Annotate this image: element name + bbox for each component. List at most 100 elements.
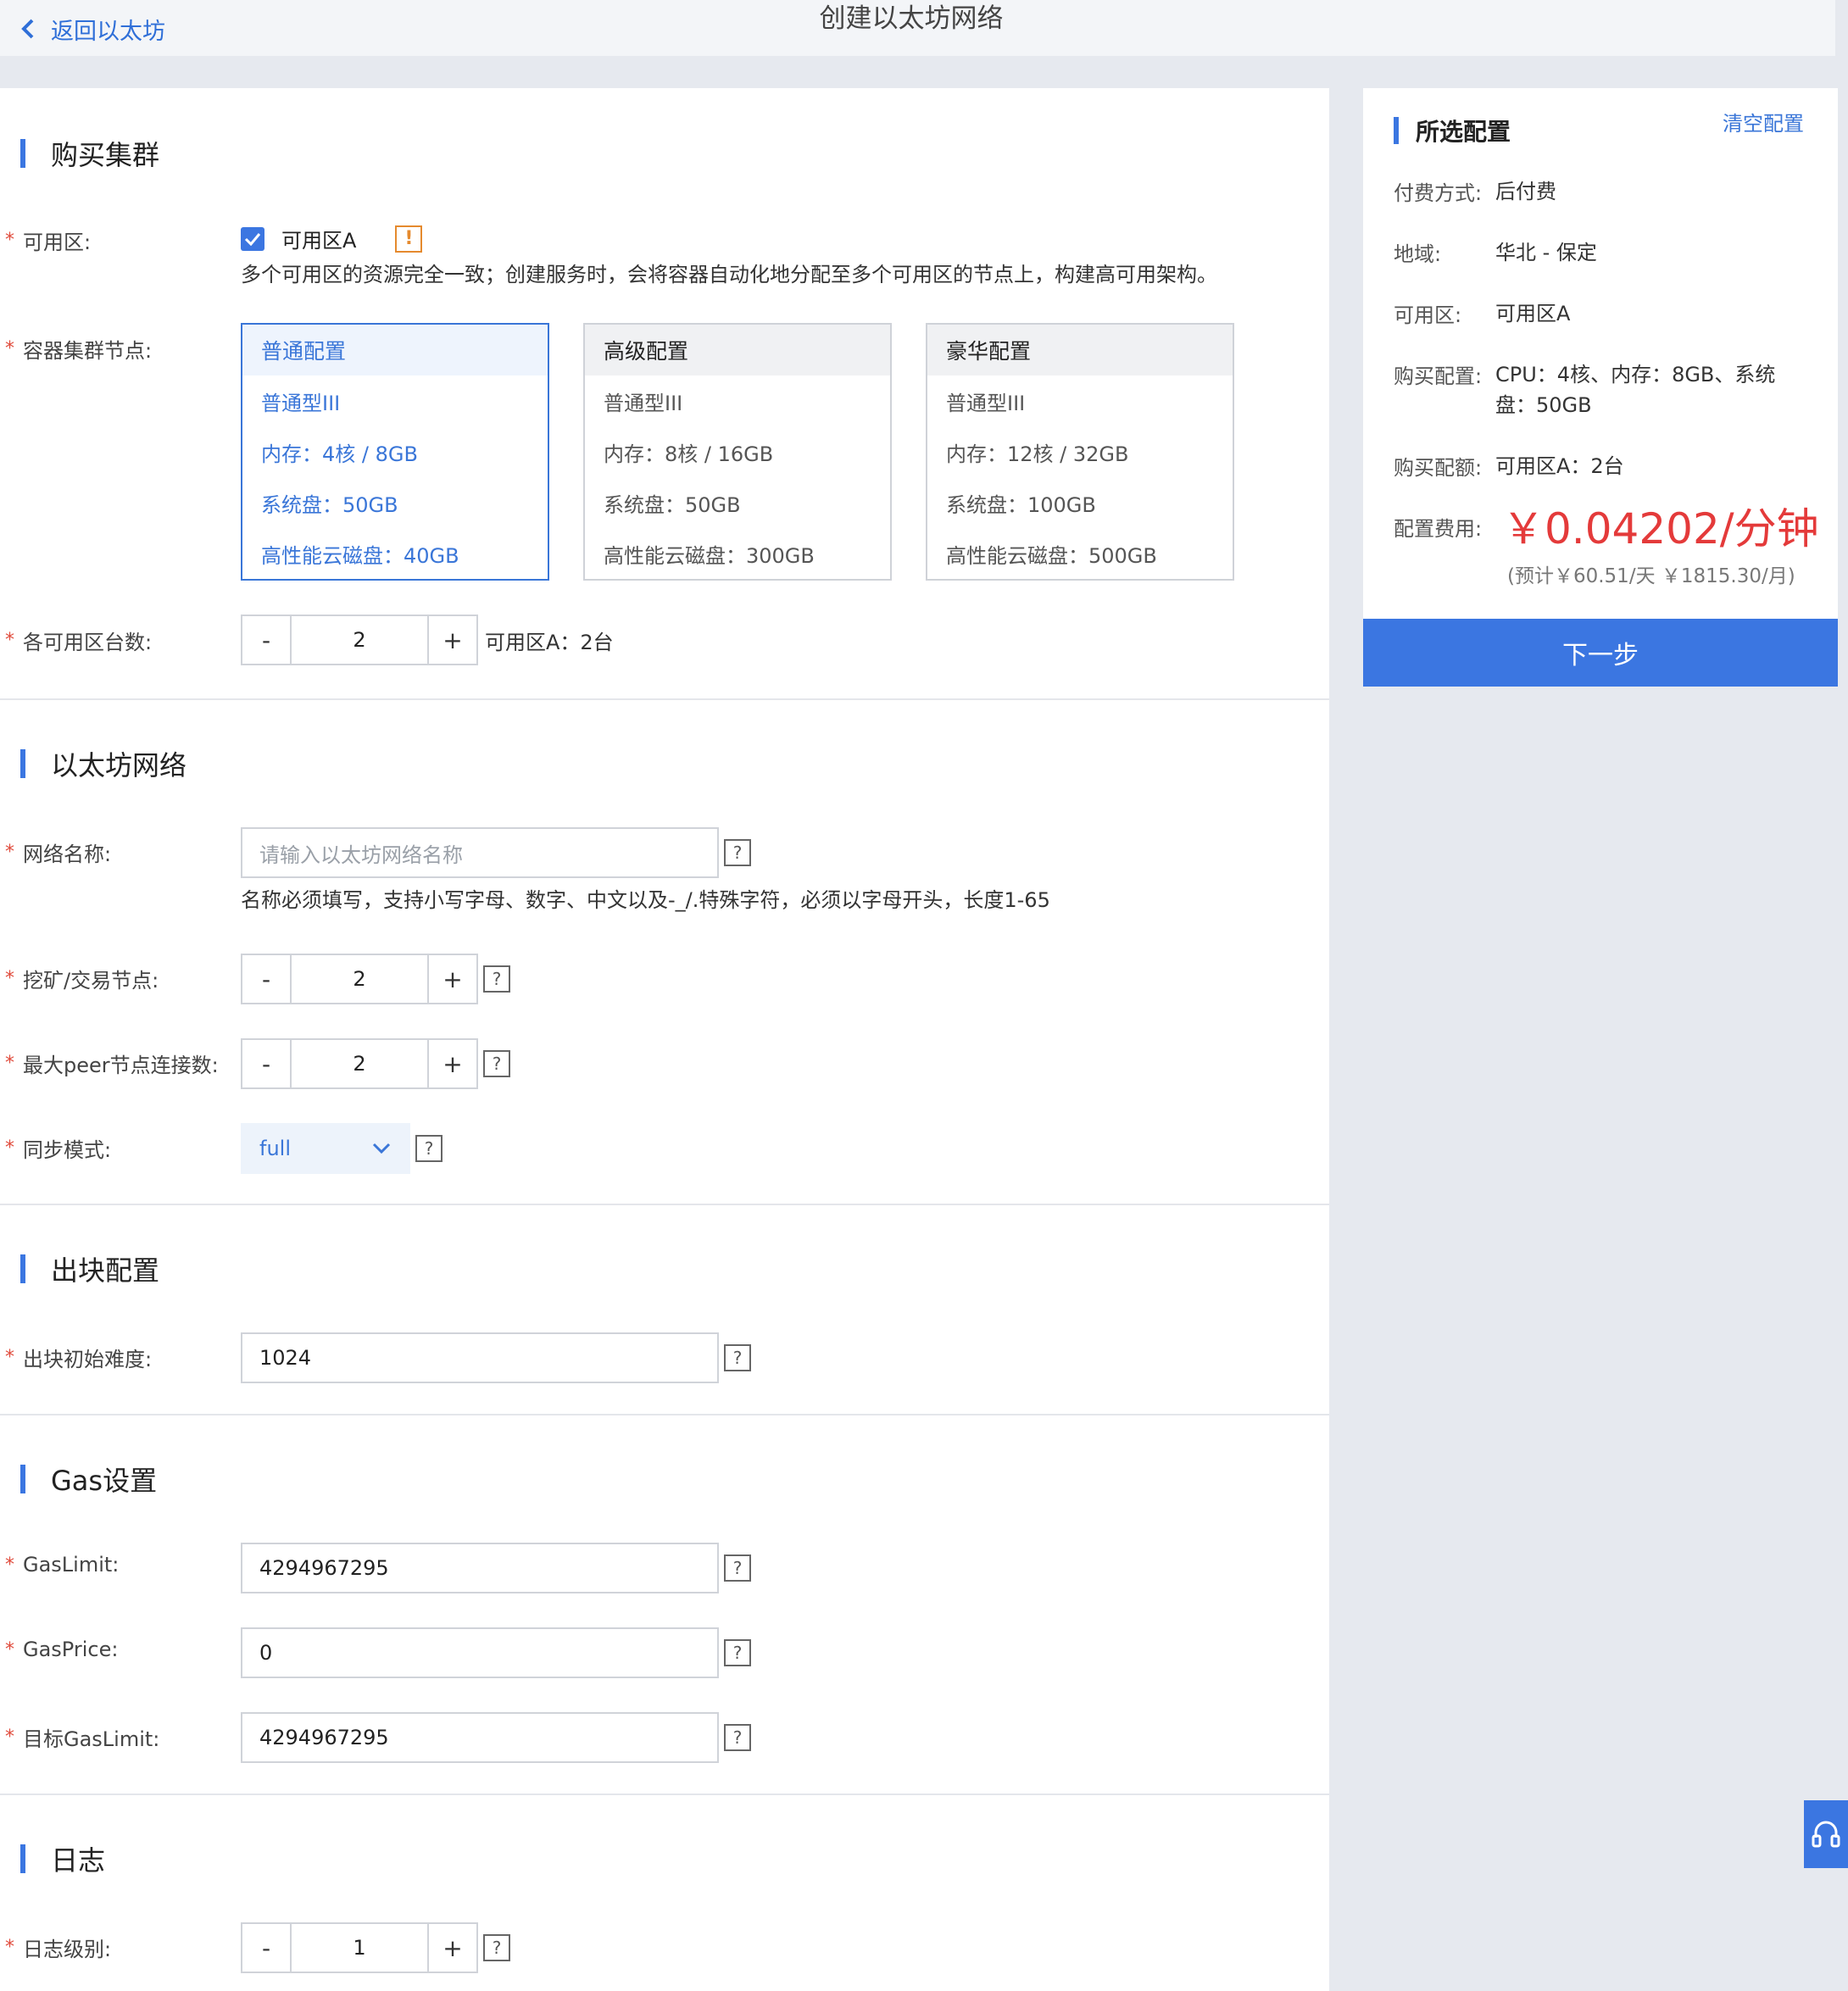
miner-value[interactable]: 2: [292, 955, 427, 1003]
config-card-luxury[interactable]: 豪华配置 普通型III 内存：12核 / 32GB 系统盘：100GB 高性能云…: [926, 323, 1234, 581]
increment-button[interactable]: +: [427, 1924, 476, 1972]
clear-config-link[interactable]: 清空配置: [1723, 107, 1804, 136]
gas-limit-label: * GasLimit:: [5, 1553, 119, 1577]
help-icon[interactable]: ?: [415, 1135, 443, 1162]
zone-label-text: 可用区:: [23, 231, 92, 254]
nodes-label-text: 容器集群节点:: [23, 339, 153, 363]
top-bar: 返回以太坊 创建以太坊网络: [0, 0, 1835, 56]
target-gas-limit-label-text: 目标GasLimit:: [23, 1727, 160, 1751]
sync-mode-value: full: [259, 1137, 291, 1160]
card-memory: 内存：8核 / 16GB: [604, 442, 774, 466]
count-stepper[interactable]: - 2 +: [241, 615, 478, 665]
required-mark: *: [5, 1638, 14, 1660]
section-marker: [1394, 117, 1399, 144]
help-icon[interactable]: ?: [724, 1554, 751, 1582]
summary-cost-row: 配置费用:: [1394, 512, 1495, 542]
support-float-button[interactable]: [1804, 1800, 1848, 1868]
node-config-cards: 普通配置 普通型III 内存：4核 / 8GB 系统盘：50GB 高性能云磁盘：…: [241, 323, 1241, 582]
count-hint: 可用区A：2台: [485, 631, 614, 654]
miner-stepper[interactable]: - 2 +: [241, 954, 478, 1004]
required-mark: *: [5, 1727, 14, 1748]
log-level-label-text: 日志级别:: [23, 1938, 112, 1961]
card-disk: 系统盘：50GB: [604, 492, 741, 517]
card-disk: 系统盘：50GB: [261, 492, 398, 517]
summary-value: 可用区A: [1495, 302, 1571, 325]
decrement-button[interactable]: -: [242, 616, 292, 664]
peer-stepper[interactable]: - 2 +: [241, 1038, 478, 1089]
section-title-log: 日志: [20, 1839, 105, 1878]
page-title: 创建以太坊网络: [819, 3, 1004, 34]
difficulty-label: * 出块初始难度:: [5, 1343, 152, 1372]
warning-icon[interactable]: !: [395, 225, 423, 253]
help-icon[interactable]: ?: [724, 1639, 751, 1666]
section-title-block: 出块配置: [20, 1249, 159, 1288]
next-step-button[interactable]: 下一步: [1363, 619, 1838, 687]
headset-icon: [1812, 1821, 1840, 1848]
sync-label-text: 同步模式:: [23, 1138, 112, 1162]
help-icon[interactable]: ?: [483, 1934, 510, 1961]
network-name-label: * 网络名称:: [5, 837, 111, 867]
summary-key: 购买配置:: [1394, 364, 1483, 388]
count-value[interactable]: 2: [292, 616, 427, 664]
section-title-text: 出块配置: [51, 1254, 160, 1287]
gas-limit-label-text: GasLimit:: [23, 1553, 120, 1577]
required-mark: *: [5, 968, 14, 989]
zone-checkbox[interactable]: [241, 226, 264, 251]
increment-button[interactable]: +: [427, 616, 476, 664]
help-icon[interactable]: ?: [483, 965, 510, 993]
help-icon[interactable]: ?: [483, 1050, 510, 1077]
required-mark: *: [5, 842, 14, 863]
log-level-label: * 日志级别:: [5, 1933, 111, 1962]
config-card-advanced[interactable]: 高级配置 普通型III 内存：8核 / 16GB 系统盘：50GB 高性能云磁盘…: [583, 323, 892, 581]
summary-zone-row: 可用区: 可用区A: [1394, 298, 1801, 329]
section-title-text: 购买集群: [51, 139, 160, 171]
summary-key: 付费方式:: [1394, 181, 1483, 205]
help-icon[interactable]: ?: [724, 1724, 751, 1751]
section-marker: [20, 1465, 25, 1493]
price-estimate: (预计￥60.51/天 ￥1815.30/月): [1507, 565, 1795, 587]
log-level-stepper[interactable]: - 1 +: [241, 1922, 478, 1973]
decrement-button[interactable]: -: [242, 955, 292, 1003]
network-name-label-text: 网络名称:: [23, 843, 112, 866]
log-level-value[interactable]: 1: [292, 1924, 427, 1972]
summary-key: 配置费用:: [1394, 517, 1483, 541]
decrement-button[interactable]: -: [242, 1924, 292, 1972]
summary-quota-row: 购买配额: 可用区A：2台: [1394, 451, 1801, 481]
target-gas-limit-input[interactable]: 4294967295: [241, 1712, 719, 1763]
zone-label: * 可用区:: [5, 225, 91, 255]
config-card-standard[interactable]: 普通配置 普通型III 内存：4核 / 8GB 系统盘：50GB 高性能云磁盘：…: [241, 323, 549, 581]
section-title-text: 以太坊网络: [51, 749, 187, 781]
help-icon[interactable]: ?: [724, 1344, 751, 1371]
sync-mode-select[interactable]: full: [241, 1123, 410, 1174]
zone-option-label: 可用区A: [281, 229, 357, 253]
gas-price-label-text: GasPrice:: [23, 1638, 119, 1661]
summary-panel: 所选配置 清空配置 付费方式: 后付费 地域: 华北 - 保定 可用区: 可用区…: [1363, 88, 1838, 687]
gas-price-input[interactable]: 0: [241, 1627, 719, 1678]
count-label-text: 各可用区台数:: [23, 631, 153, 654]
miner-label-text: 挖矿/交易节点:: [23, 969, 159, 993]
summary-key: 可用区:: [1394, 303, 1462, 327]
difficulty-input[interactable]: 1024: [241, 1332, 719, 1383]
peer-value[interactable]: 2: [292, 1040, 427, 1087]
required-mark: *: [5, 1554, 14, 1576]
card-title: 普通配置: [242, 325, 548, 375]
zone-option[interactable]: 可用区A !: [241, 224, 423, 253]
card-title: 豪华配置: [927, 325, 1233, 375]
increment-button[interactable]: +: [427, 1040, 476, 1087]
summary-value: 可用区A：2台: [1495, 454, 1624, 478]
nodes-label: * 容器集群节点:: [5, 334, 152, 364]
target-gas-limit-label: * 目标GasLimit:: [5, 1722, 159, 1752]
section-marker: [20, 139, 25, 168]
required-mark: *: [5, 338, 14, 359]
summary-value: 后付费: [1495, 180, 1556, 203]
difficulty-label-text: 出块初始难度:: [23, 1348, 153, 1371]
card-cloud-disk: 高性能云磁盘：500GB: [946, 543, 1157, 568]
required-mark: *: [5, 230, 14, 251]
help-icon[interactable]: ?: [724, 839, 751, 866]
section-marker: [20, 1254, 25, 1283]
gas-limit-input[interactable]: 4294967295: [241, 1543, 719, 1593]
decrement-button[interactable]: -: [242, 1040, 292, 1087]
summary-title-text: 所选配置: [1416, 118, 1511, 146]
network-name-input[interactable]: 请输入以太坊网络名称: [241, 827, 719, 878]
increment-button[interactable]: +: [427, 955, 476, 1003]
